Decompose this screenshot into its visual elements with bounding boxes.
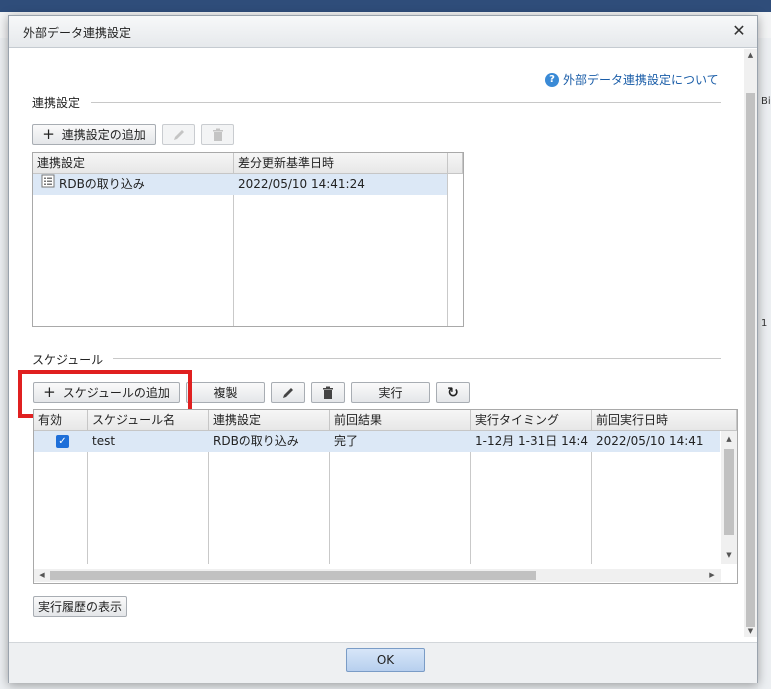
section-divider: [113, 358, 721, 359]
help-link-label: 外部データ連携設定について: [563, 73, 719, 87]
schedule-integration-cell: RDBの取り込み: [213, 434, 299, 448]
column-divider: [447, 174, 448, 326]
diff-update-cell: 2022/05/10 14:41:24: [238, 177, 365, 191]
edit-integration-button[interactable]: [162, 124, 195, 145]
table-horizontal-scrollbar[interactable]: ◀ ▶: [34, 569, 721, 582]
column-header-schedule-name[interactable]: スケジュール名: [88, 410, 209, 431]
background-text: Bil: [761, 96, 771, 107]
execution-history-button[interactable]: 実行履歴の表示: [33, 596, 127, 617]
column-divider: [233, 174, 234, 326]
integration-name-cell: RDBの取り込み: [37, 174, 233, 195]
background-text: 1: [761, 318, 768, 329]
column-header-run-timing[interactable]: 実行タイミング: [471, 410, 592, 431]
scrollbar-thumb[interactable]: [746, 93, 755, 627]
plus-icon: +: [42, 125, 55, 143]
list-document-icon: [41, 174, 55, 195]
external-data-integration-dialog: 外部データ連携設定 ✕ ▲ ▼ ? 外部データ連携設定について 連携設定 + 連…: [8, 15, 758, 683]
scroll-left-arrow-icon[interactable]: ◀: [36, 571, 48, 579]
column-header-last-result[interactable]: 前回結果: [330, 410, 471, 431]
trash-icon: [212, 128, 224, 141]
scrollbar-thumb[interactable]: [50, 571, 536, 580]
help-icon: ?: [545, 72, 559, 87]
section-divider: [91, 102, 721, 103]
pencil-icon: [281, 386, 295, 400]
dialog-title: 外部データ連携設定: [23, 26, 132, 40]
trash-icon: [322, 386, 334, 399]
pencil-icon: [172, 128, 186, 142]
delete-integration-button[interactable]: [201, 124, 234, 145]
integration-section-title: 連携設定: [32, 96, 81, 110]
dialog-titlebar: 外部データ連携設定 ✕: [9, 16, 757, 48]
column-header-integration[interactable]: 連携設定: [209, 410, 330, 431]
scroll-down-arrow-icon[interactable]: ▼: [744, 625, 757, 637]
integration-table: 連携設定 差分更新基準日時 RDBの取り込み 2022/05/10 14:41:…: [32, 152, 464, 327]
dialog-footer: OK: [9, 642, 757, 683]
table-vertical-scrollbar[interactable]: ▲ ▼: [721, 431, 737, 564]
integration-name: RDBの取り込み: [59, 177, 145, 191]
column-header-integration[interactable]: 連携設定: [33, 153, 234, 174]
edit-schedule-button[interactable]: [271, 382, 305, 403]
column-header-filler: [448, 153, 463, 174]
column-header-enabled[interactable]: 有効: [34, 410, 88, 431]
last-result-cell: 完了: [334, 434, 359, 448]
background-app-topbar: [0, 0, 771, 12]
delete-schedule-button[interactable]: [311, 382, 345, 403]
run-schedule-button[interactable]: 実行: [351, 382, 430, 403]
enabled-checkbox[interactable]: ✓: [56, 435, 69, 448]
add-integration-button[interactable]: + 連携設定の追加: [32, 124, 156, 145]
schedule-table: 有効 スケジュール名 連携設定 前回結果 実行タイミング 前回実行日時 ✓ te…: [33, 409, 738, 584]
dialog-vertical-scrollbar[interactable]: ▲ ▼: [744, 49, 757, 637]
close-icon[interactable]: ✕: [729, 20, 749, 42]
scroll-down-arrow-icon[interactable]: ▼: [723, 551, 735, 559]
column-header-last-run[interactable]: 前回実行日時: [592, 410, 737, 431]
add-integration-label: 連携設定の追加: [61, 128, 146, 142]
column-header-diff-update[interactable]: 差分更新基準日時: [234, 153, 448, 174]
ok-button[interactable]: OK: [346, 648, 425, 672]
copy-schedule-button[interactable]: 複製: [186, 382, 265, 403]
scroll-right-arrow-icon[interactable]: ▶: [706, 571, 718, 579]
scroll-up-arrow-icon[interactable]: ▲: [744, 49, 757, 61]
help-link[interactable]: ? 外部データ連携設定について: [545, 71, 719, 88]
scroll-up-arrow-icon[interactable]: ▲: [723, 435, 735, 443]
schedule-name-cell: test: [92, 434, 116, 448]
last-run-cell: 2022/05/10 14:41: [596, 434, 704, 448]
run-timing-cell: 1-12月 1-31日 14:4: [475, 434, 589, 448]
background-app-right: [758, 38, 771, 689]
schedule-section-title: スケジュール: [32, 353, 104, 367]
refresh-icon[interactable]: ↻: [436, 382, 470, 403]
scrollbar-thumb[interactable]: [724, 449, 734, 535]
